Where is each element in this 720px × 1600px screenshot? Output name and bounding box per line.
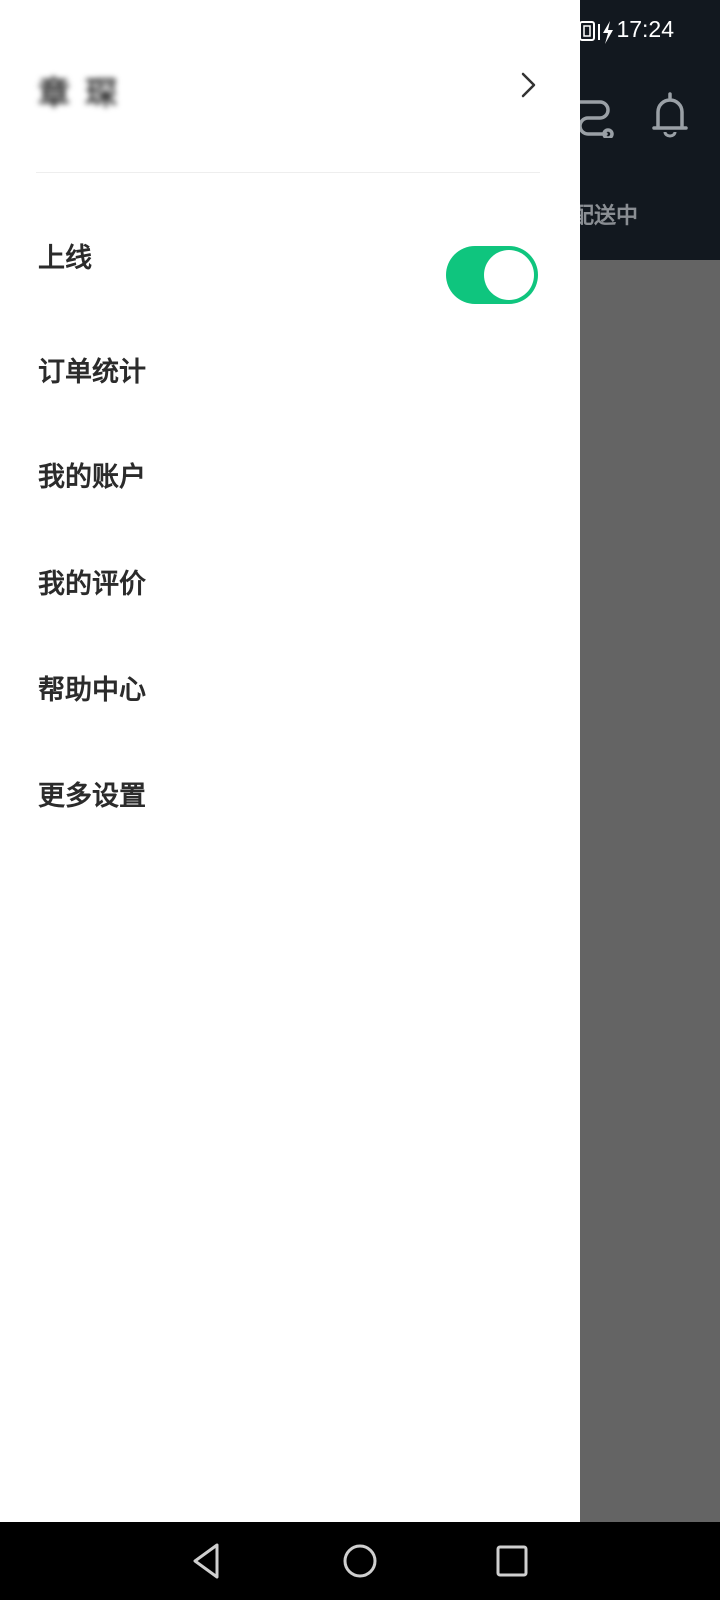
profile-row[interactable]: 章 琛 [0,50,580,120]
online-row: 上线 [0,232,580,312]
menu-item-order-stats[interactable]: 订单统计 [38,350,146,389]
home-icon[interactable] [338,1539,382,1583]
screen: 17:24 配送中 章 琛 上线 订单统计 我的账户 我的评价 帮助中心 更多设… [0,0,720,1600]
side-drawer: 章 琛 上线 订单统计 我的账户 我的评价 帮助中心 更多设置 [0,0,580,1522]
status-time: 17:24 [616,16,674,42]
status-icons [579,21,613,44]
recents-icon[interactable] [490,1539,534,1583]
chevron-right-icon [521,72,536,98]
navigation-bar [0,1522,720,1600]
bell-icon[interactable] [650,90,690,138]
menu-item-help-center[interactable]: 帮助中心 [38,668,146,707]
menu-item-more-settings[interactable]: 更多设置 [38,774,146,813]
online-label: 上线 [38,243,92,274]
back-icon[interactable] [185,1539,229,1583]
tab-delivering[interactable]: 配送中 [572,198,638,230]
menu-item-my-reviews[interactable]: 我的评价 [38,562,146,601]
divider [36,172,540,173]
online-toggle[interactable] [446,246,538,304]
menu-item-my-account[interactable]: 我的账户 [38,455,146,494]
profile-name: 章 琛 [38,74,120,112]
toggle-knob [484,250,534,300]
